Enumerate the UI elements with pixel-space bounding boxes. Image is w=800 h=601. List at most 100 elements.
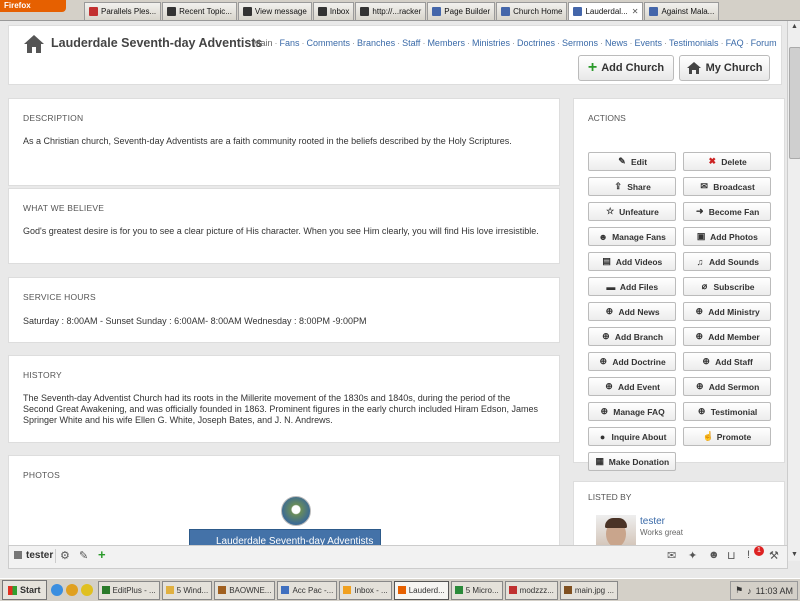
plus-icon[interactable]: +: [98, 547, 106, 562]
add-sounds-button[interactable]: ♫ Add Sounds: [683, 252, 771, 271]
page-scrollbar[interactable]: ▲ ▼: [787, 21, 800, 561]
testimonial-icon: ⊕: [697, 406, 706, 416]
add-doctrine-button[interactable]: ⊕ Add Doctrine: [588, 352, 676, 371]
add-news-button[interactable]: ⊕ Add News: [588, 302, 676, 321]
add-ministry-icon: ⊕: [695, 306, 704, 316]
add-ministry-button[interactable]: ⊕ Add Ministry: [683, 302, 771, 321]
browser-tab[interactable]: Against Mala...: [644, 2, 720, 20]
taskbar-button[interactable]: modzzz...: [504, 580, 558, 600]
nav-link-ministries[interactable]: Ministries: [472, 38, 510, 48]
add-member-button[interactable]: ⊕ Add Member: [683, 327, 771, 346]
section-title: SERVICE HOURS: [23, 292, 96, 302]
home-icon[interactable]: [23, 34, 45, 54]
close-tab-icon[interactable]: ✕: [632, 7, 639, 16]
nav-link-faq[interactable]: FAQ: [726, 38, 744, 48]
photos-card: PHOTOS Lauderdale Seventh-day Adventists: [8, 455, 560, 550]
folder-icon[interactable]: [80, 584, 93, 596]
nav-link-comments[interactable]: Comments: [307, 38, 351, 48]
taskbar-button[interactable]: Lauderd...: [393, 580, 449, 600]
testimonial-button[interactable]: ⊕ Testimonial: [683, 402, 771, 421]
my-church-button[interactable]: My Church: [679, 55, 770, 81]
start-button[interactable]: Start: [2, 580, 47, 600]
cart-icon[interactable]: ⊔: [727, 549, 736, 562]
make-donation-button[interactable]: ▦ Make Donation: [588, 452, 676, 471]
taskbar-button-label: Acc Pac -...: [292, 585, 334, 595]
browser-tab[interactable]: Page Builder: [427, 2, 496, 20]
nav-link-sermons[interactable]: Sermons: [562, 38, 598, 48]
lister-name[interactable]: tester: [640, 516, 665, 527]
unfeature-button[interactable]: ☆ Unfeature: [588, 202, 676, 221]
nav-separator: ·: [511, 38, 515, 48]
taskbar-button[interactable]: BAOWNE...: [214, 580, 276, 600]
add-event-button[interactable]: ⊕ Add Event: [588, 377, 676, 396]
delete-button[interactable]: ✖ Delete: [683, 152, 771, 171]
firefox-menu-button[interactable]: Firefox: [0, 0, 66, 12]
chrome-icon[interactable]: [65, 584, 78, 596]
volume-icon[interactable]: ♪: [747, 586, 752, 596]
divider: [55, 549, 56, 563]
taskbar-button[interactable]: 5 Wind...: [161, 580, 213, 600]
nav-link-staff[interactable]: Staff: [402, 38, 420, 48]
nav-link-members[interactable]: Members: [427, 38, 465, 48]
actions-title: ACTIONS: [588, 113, 626, 123]
nav-link-testimonials[interactable]: Testimonials: [669, 38, 719, 48]
browser-tab[interactable]: Lauderdal... ✕: [568, 2, 644, 20]
taskbar-button[interactable]: Inbox - ...: [339, 580, 392, 600]
nav-link-events[interactable]: Events: [635, 38, 663, 48]
taskbar-button[interactable]: EditPlus - ...: [97, 580, 160, 600]
browser-tab[interactable]: Church Home: [496, 2, 568, 20]
add-sounds-icon: ♫: [696, 256, 704, 267]
manage-faq-button[interactable]: ⊕ Manage FAQ: [588, 402, 676, 421]
browser-tab[interactable]: View message: [237, 2, 312, 20]
nav-link-main[interactable]: Main: [253, 38, 273, 48]
toolbar-user[interactable]: tester: [14, 550, 53, 561]
edit-icon[interactable]: ✎: [79, 549, 88, 562]
action-label: Add Videos: [615, 256, 663, 267]
add-church-button[interactable]: + Add Church: [578, 55, 674, 81]
scroll-down-icon[interactable]: ▼: [788, 549, 800, 561]
ie-icon[interactable]: [50, 584, 63, 596]
manage-fans-button[interactable]: ☻ Manage Fans: [588, 227, 676, 246]
taskbar-button[interactable]: Acc Pac -...: [277, 580, 338, 600]
mail-icon[interactable]: ✉: [667, 549, 676, 562]
broadcast-button[interactable]: ✉ Broadcast: [683, 177, 771, 196]
add-member-icon: ⊕: [695, 331, 704, 341]
gear-icon[interactable]: ⚙: [60, 549, 70, 562]
nav-link-forum[interactable]: Forum: [751, 38, 777, 48]
share-button[interactable]: ⇪ Share: [588, 177, 676, 196]
scroll-up-icon[interactable]: ▲: [788, 21, 800, 33]
nav-link-fans[interactable]: Fans: [280, 38, 300, 48]
people-icon[interactable]: ☻: [708, 549, 720, 561]
alert-icon[interactable]: !: [747, 549, 750, 561]
browser-tab[interactable]: http://...racker: [355, 2, 427, 20]
action-label: Add Event: [617, 381, 661, 392]
taskbar-button[interactable]: 5 Micro...: [450, 580, 503, 600]
photo-thumbnail[interactable]: [281, 496, 311, 526]
edit-button[interactable]: ✎ Edit: [588, 152, 676, 171]
scrollbar-thumb[interactable]: [789, 47, 800, 159]
taskbar-button[interactable]: main.jpg ...: [559, 580, 619, 600]
add-photos-button[interactable]: ▣ Add Photos: [683, 227, 771, 246]
add-videos-button[interactable]: ▤ Add Videos: [588, 252, 676, 271]
add-files-button[interactable]: ▬ Add Files: [588, 277, 676, 296]
become-fan-button[interactable]: ➜ Become Fan: [683, 202, 771, 221]
browser-tab[interactable]: Inbox: [312, 2, 355, 20]
browser-tab[interactable]: Recent Topic...: [162, 2, 237, 20]
subscribe-button[interactable]: ⌀ Subscribe: [683, 277, 771, 296]
browser-tab[interactable]: Parallels Ples...: [84, 2, 162, 20]
add-staff-button[interactable]: ⊕ Add Staff: [683, 352, 771, 371]
nav-link-branches[interactable]: Branches: [357, 38, 395, 48]
add-branch-button[interactable]: ⊕ Add Branch: [588, 327, 676, 346]
listed-by-panel: LISTED BY tester Works great: [573, 481, 785, 550]
bird-icon[interactable]: ✦: [688, 549, 697, 562]
promote-button[interactable]: ☝ Promote: [683, 427, 771, 446]
action-label: Make Donation: [608, 456, 670, 467]
notification-badge[interactable]: 1: [754, 546, 764, 556]
inquire-about-button[interactable]: ● Inquire About: [588, 427, 676, 446]
add-news-icon: ⊕: [605, 306, 614, 316]
add-sermon-button[interactable]: ⊕ Add Sermon: [683, 377, 771, 396]
wrench-icon[interactable]: ⚒: [769, 549, 779, 562]
nav-link-news[interactable]: News: [605, 38, 628, 48]
nav-link-doctrines[interactable]: Doctrines: [517, 38, 555, 48]
network-icon[interactable]: ⚑: [735, 585, 743, 596]
